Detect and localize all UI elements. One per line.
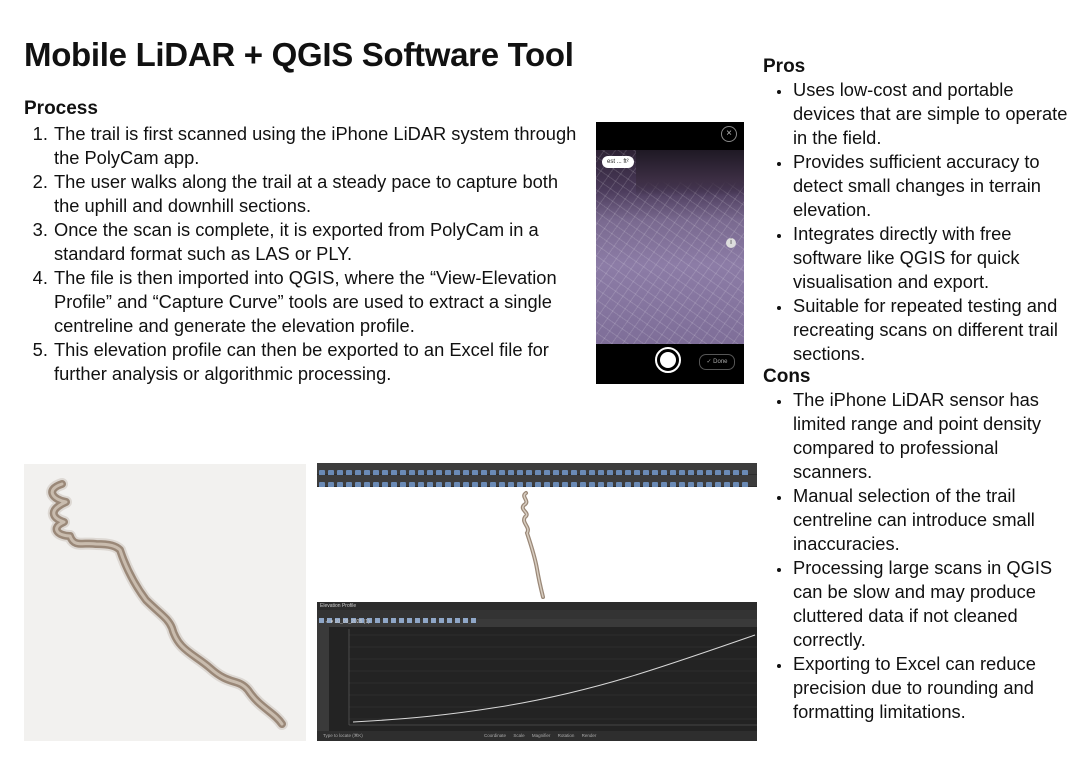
- locator-search-placeholder: Type to locate (⌘K): [323, 733, 363, 738]
- status-render-label: Render: [581, 733, 597, 738]
- qgis-screenshot: Elevation Profile ✓ ▾ 10_09_2025 (1) Typ…: [317, 463, 757, 741]
- elevation-profile-panel-title: Elevation Profile: [317, 602, 757, 610]
- status-rotation-label: Rotation: [557, 733, 575, 738]
- qgis-toolbar: [317, 475, 757, 506]
- elevation-profile-graphic: [348, 629, 757, 726]
- process-step: The user walks along the trail at a stea…: [53, 170, 584, 218]
- status-coordinate-label: Coordinate: [484, 733, 507, 738]
- area-estimate-pill: est ... ft²: [602, 156, 634, 168]
- trail-highlight: [50, 482, 284, 726]
- scan-mesh-view: [596, 146, 744, 344]
- trail-mesh-image: [24, 464, 306, 741]
- pros-cons-section: Pros Uses low-cost and portable devices …: [763, 56, 1075, 724]
- status-magnifier-label: Magnifier: [531, 733, 551, 738]
- pros-list: Uses low-cost and portable devices that …: [763, 78, 1075, 366]
- process-step: The file is then imported into QGIS, whe…: [53, 266, 584, 338]
- info-icon: i: [726, 238, 736, 248]
- process-section: Process The trail is first scanned using…: [24, 98, 584, 386]
- status-scale-label: Scale: [513, 733, 525, 738]
- process-step: The trail is first scanned using the iPh…: [53, 122, 584, 170]
- shutter-button-icon: [655, 347, 681, 373]
- pros-item: Uses low-cost and portable devices that …: [792, 78, 1075, 150]
- pros-item: Provides sufficient accuracy to detect s…: [792, 150, 1075, 222]
- cons-item: Manual selection of the trail centreline…: [792, 484, 1075, 556]
- page-title: Mobile LiDAR + QGIS Software Tool: [24, 36, 574, 73]
- process-step: Once the scan is complete, it is exporte…: [53, 218, 584, 266]
- process-step: This elevation profile can then be expor…: [53, 338, 584, 386]
- plot-gridlines: [349, 634, 757, 720]
- elevation-profile-plot: [329, 627, 757, 731]
- cons-list: The iPhone LiDAR sensor has limited rang…: [763, 388, 1075, 724]
- trail-mesh-graphic: [46, 478, 288, 730]
- pros-heading: Pros: [763, 56, 806, 77]
- pros-item: Integrates directly with free software l…: [792, 222, 1075, 294]
- process-steps-list: The trail is first scanned using the iPh…: [24, 122, 584, 386]
- cons-item: The iPhone LiDAR sensor has limited rang…: [792, 388, 1075, 484]
- qgis-map-canvas: [317, 487, 757, 602]
- qgis-trail-graphic: [520, 491, 545, 599]
- elevation-profile-toolbar: [317, 610, 757, 623]
- profile-layer-item: ✓ ▾ 10_09_2025 (1): [325, 619, 370, 625]
- pros-item: Suitable for repeated testing and recrea…: [792, 294, 1075, 366]
- profile-layer-name: 10_09_2025 (1): [334, 619, 370, 625]
- qgis-toolbar: [317, 463, 757, 494]
- cons-item: Exporting to Excel can reduce precision …: [792, 652, 1075, 724]
- elevation-profile-line: [352, 634, 756, 723]
- cons-heading: Cons: [763, 366, 811, 387]
- scan-background-region: [636, 146, 744, 196]
- polycam-scan-screenshot: × est ... ft² i ✓ Done: [596, 122, 744, 384]
- done-label: Done: [713, 359, 728, 365]
- qgis-status-bar: Type to locate (⌘K) Coordinate Scale Mag…: [317, 731, 757, 741]
- process-heading: Process: [24, 98, 98, 119]
- close-icon: ×: [721, 126, 737, 142]
- done-button: ✓ Done: [699, 354, 735, 370]
- cons-item: Processing large scans in QGIS can be sl…: [792, 556, 1075, 652]
